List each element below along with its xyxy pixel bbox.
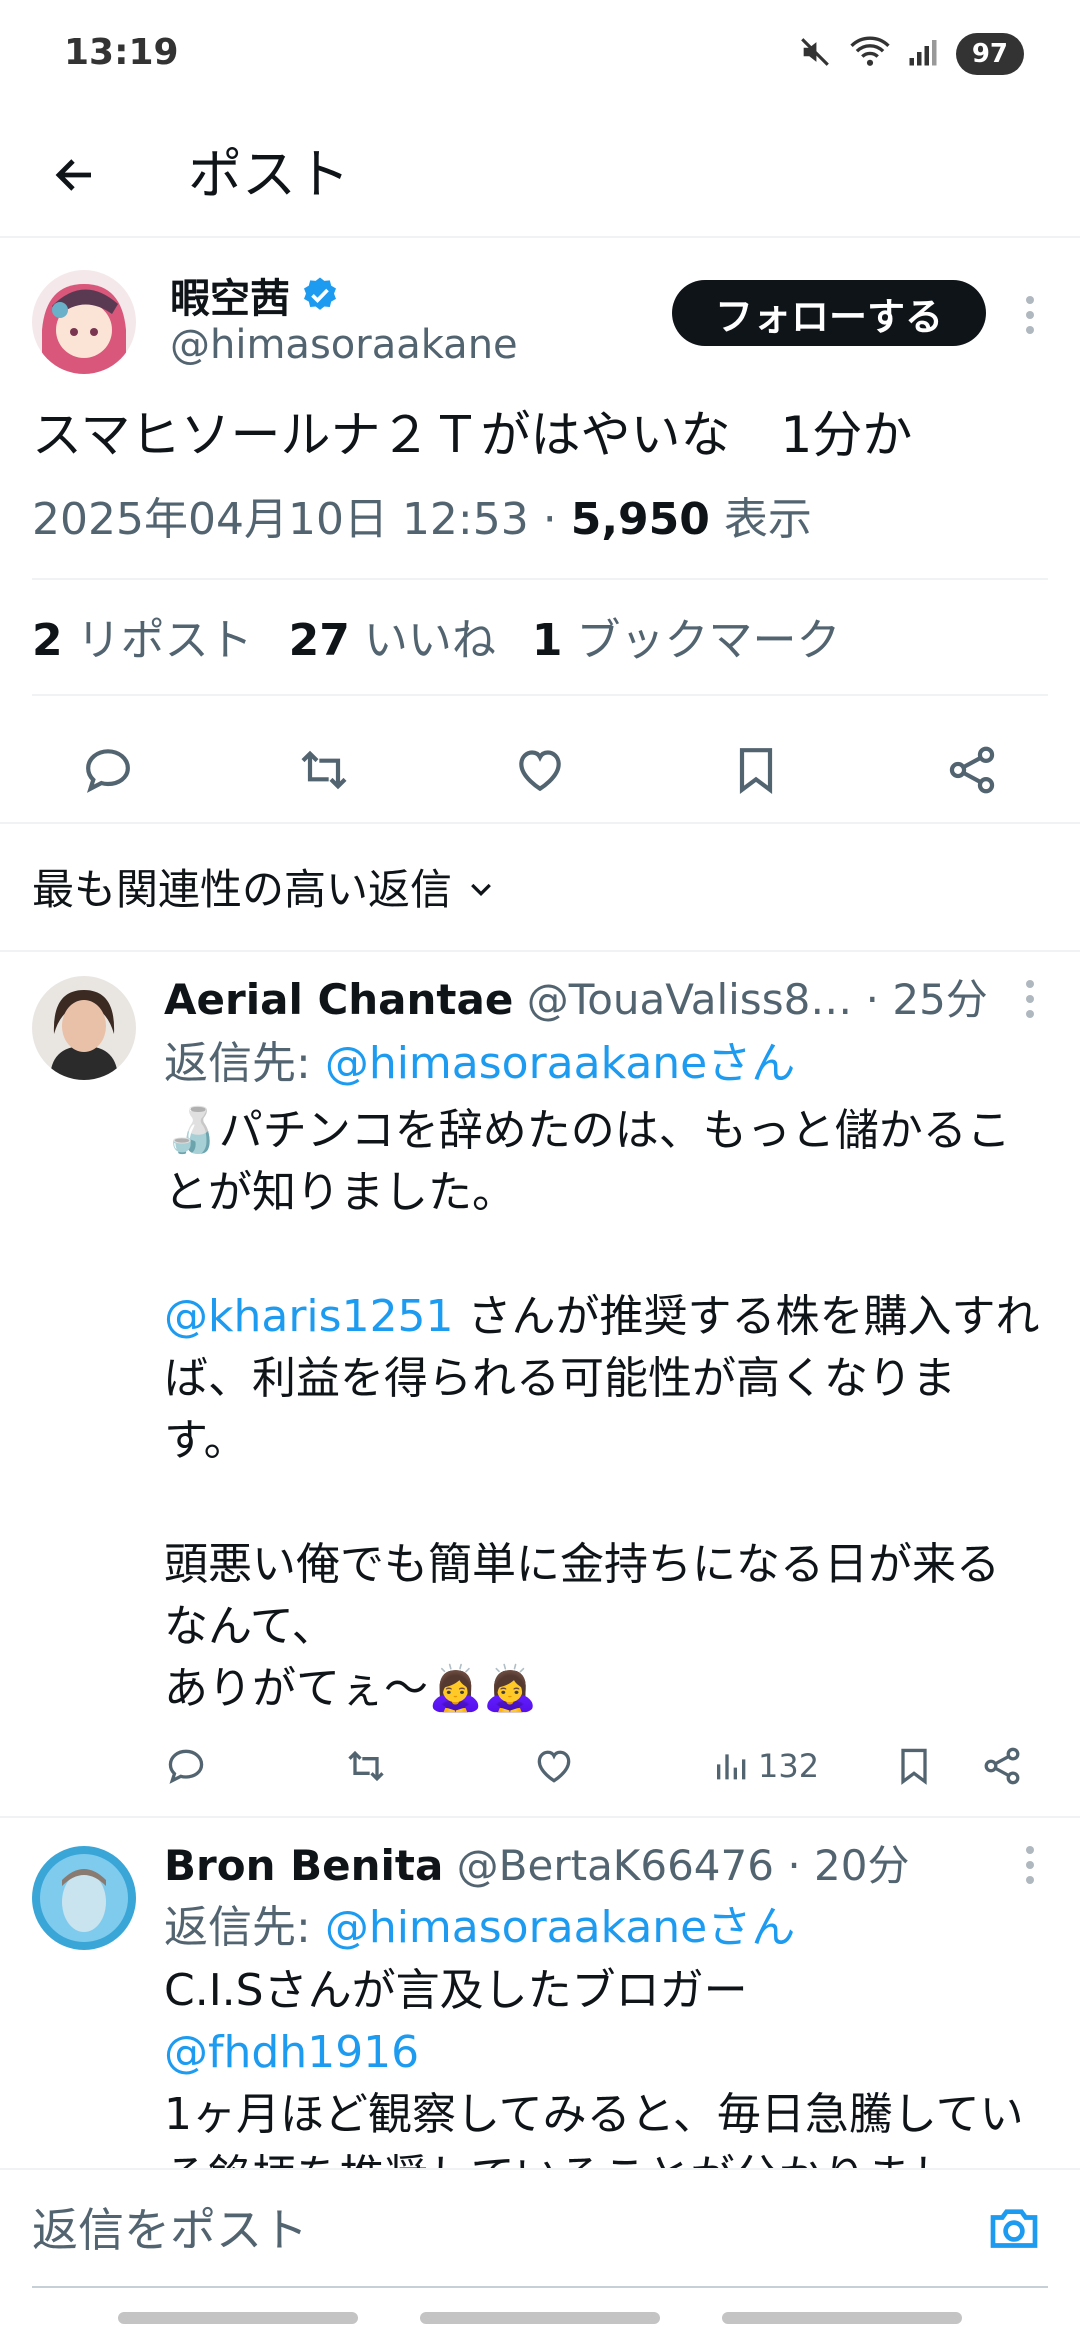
status-bar: 13:19 97 (0, 0, 1080, 110)
author-handle[interactable]: @himasoraakane (170, 322, 518, 368)
more-vertical-icon (1026, 980, 1034, 1018)
reply-author-handle[interactable]: @TouaValiss8… (513, 975, 853, 1024)
like-button[interactable] (532, 1736, 576, 1796)
reply-author-name[interactable]: Bron Benita (164, 1841, 443, 1890)
like-button[interactable] (510, 740, 570, 800)
post-actions (0, 720, 1080, 820)
chevron-down-icon (471, 883, 491, 897)
reply-time: · 20分 (773, 1841, 910, 1890)
post-meta: 2025年04月10日 12:53 · 5,950 表示 (32, 490, 812, 550)
reply-text: 🍶パチンコを辞めたのは、もっと儲かるこ とが知りました。 @kharis1251… (164, 1105, 1040, 1714)
divider (32, 2286, 1048, 2288)
post-author: 暇空茜 @himasoraakane フォローする (0, 240, 1080, 390)
reply-author-name[interactable]: Aerial Chantae (164, 975, 513, 1024)
reply-to-link[interactable]: @himasoraakaneさん (325, 1038, 795, 1089)
reply-text: C.I.Sさんが言及したブロガー @fhdh1916 1ヶ月ほど観察してみると、… (164, 1960, 1044, 2168)
more-vertical-icon (1026, 296, 1034, 334)
top-bar: ポスト (0, 110, 1080, 238)
bookmark-icon (901, 1748, 927, 1785)
status-icons: 97 (798, 30, 1024, 78)
camera-button[interactable] (986, 2200, 1046, 2260)
avatar[interactable] (32, 270, 136, 374)
battery-indicator: 97 (955, 33, 1024, 75)
mention-link[interactable]: @kharis1251 (164, 1291, 454, 1342)
more-options-button[interactable] (1010, 1840, 1050, 1890)
nav-gesture-bar[interactable] (420, 2312, 660, 2324)
wifi-icon (850, 35, 890, 73)
reply-composer: 返信をポスト (0, 2168, 1080, 2288)
reply-header: Aerial Chantae @TouaValiss8… · 25分 (164, 970, 988, 1030)
reply-actions: 132 (164, 1736, 1044, 1796)
signal-icon (908, 37, 938, 71)
divider (32, 694, 1048, 696)
repost-icon (301, 750, 347, 790)
status-time: 13:19 (64, 32, 179, 73)
share-button[interactable] (942, 740, 1002, 800)
views-label: 表示 (709, 494, 812, 545)
mention-link[interactable]: @fhdh1916 (164, 2022, 1044, 2084)
nav-gesture-bar[interactable] (118, 2312, 358, 2324)
reply-item[interactable]: Bron Benita @BertaK66476 · 20分 返信先: @him… (0, 1816, 1080, 2168)
heart-icon (519, 750, 561, 792)
more-options-button[interactable] (1010, 974, 1050, 1024)
more-options-button[interactable] (1010, 290, 1050, 340)
author-name[interactable]: 暇空茜 (170, 266, 340, 324)
back-button[interactable] (40, 140, 110, 210)
camera-icon (990, 2209, 1038, 2248)
post-text: スマヒソールナ２Ｔがはやいな 1分か (32, 406, 913, 464)
views-count: 132 (758, 1747, 820, 1785)
divider (32, 578, 1048, 580)
reply-input[interactable]: 返信をポスト (32, 2198, 308, 2262)
mute-icon (798, 35, 832, 73)
post-stats: 2 リポスト 27 いいね 1 ブックマーク (32, 610, 840, 672)
share-icon (949, 746, 995, 794)
share-button[interactable] (980, 1736, 1024, 1796)
heart-icon (537, 1750, 571, 1783)
bookmark-button[interactable] (726, 740, 786, 800)
reply-button[interactable] (164, 1736, 208, 1796)
bookmarks-stat[interactable]: 1 ブックマーク (532, 615, 841, 666)
reply-icon (86, 749, 130, 793)
reply-time: · 25分 (852, 975, 988, 1024)
likes-stat[interactable]: 27 いいね (289, 615, 496, 666)
page-title: ポスト (188, 143, 350, 206)
reply-to-line: 返信先: @himasoraakaneさん (164, 1038, 796, 1089)
repost-icon (348, 1750, 384, 1782)
reposts-stat[interactable]: 2 リポスト (32, 615, 253, 666)
views-count: 5,950 (570, 494, 710, 545)
reply-author-handle[interactable]: @BertaK66476 (443, 1841, 774, 1890)
reply-sort-dropdown[interactable]: 最も関連性の高い返信 (32, 860, 496, 920)
reply-to-link[interactable]: @himasoraakaneさん (325, 1902, 795, 1953)
reply-button[interactable] (78, 740, 138, 800)
reply-header: Bron Benita @BertaK66476 · 20分 (164, 1836, 909, 1896)
reply-to-line: 返信先: @himasoraakaneさん (164, 1902, 796, 1953)
avatar[interactable] (32, 976, 136, 1080)
follow-button[interactable]: フォローする (672, 280, 986, 346)
bookmark-button[interactable] (892, 1736, 936, 1796)
reply-icon (168, 1749, 204, 1784)
repost-button[interactable] (344, 1736, 388, 1796)
share-icon (984, 1747, 1020, 1785)
verified-badge-icon (304, 277, 336, 310)
reply-sort-bar: 最も関連性の高い返信 (0, 822, 1080, 948)
bookmark-icon (739, 748, 773, 795)
repost-button[interactable] (294, 740, 354, 800)
avatar[interactable] (32, 1846, 136, 1950)
analytics-icon (717, 1754, 746, 1780)
post-timestamp[interactable]: 2025年04月10日 12:53 · (32, 494, 571, 545)
reply-item[interactable]: Aerial Chantae @TouaValiss8… · 25分 返信先: … (0, 950, 1080, 1816)
arrow-left-icon (55, 159, 91, 191)
nav-gesture-bar[interactable] (722, 2312, 962, 2324)
views-button[interactable]: 132 (712, 1736, 819, 1796)
sort-label: 最も関連性の高い返信 (32, 865, 453, 914)
more-vertical-icon (1026, 1846, 1034, 1884)
author-name-text: 暇空茜 (170, 276, 290, 322)
